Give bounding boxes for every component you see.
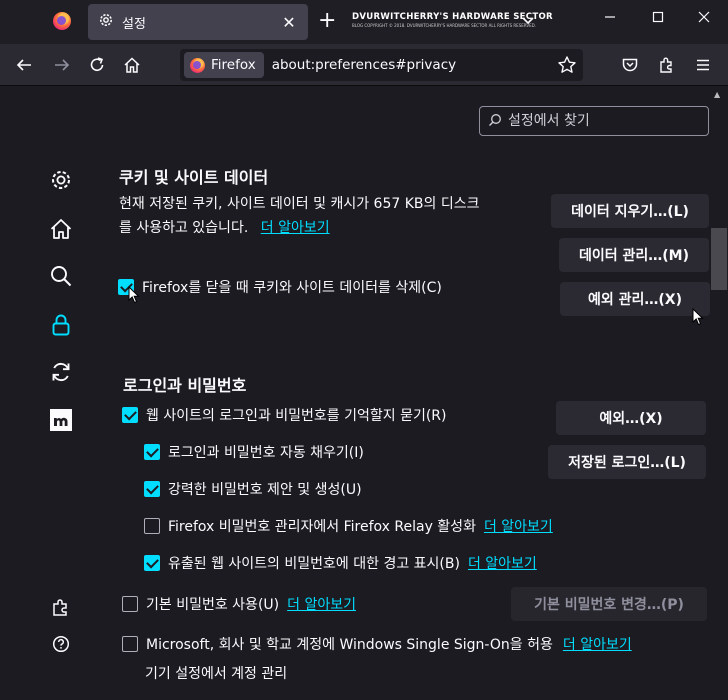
logins-heading: 로그인과 비밀번호 xyxy=(123,376,247,395)
reload-icon[interactable] xyxy=(87,55,107,75)
relay-option[interactable]: Firefox 비밀번호 관리자에서 Firefox Relay 활성화 더 알… xyxy=(144,516,553,536)
identity-box[interactable]: Firefox xyxy=(184,52,264,78)
maximize-icon[interactable] xyxy=(648,10,668,28)
firefox-view-tab[interactable] xyxy=(40,2,84,40)
address-bar[interactable]: Firefox about:preferences#privacy xyxy=(180,49,583,81)
manage-data-button[interactable]: 데이터 관리…(M) xyxy=(559,238,709,272)
brand-logo: DVURWITCHERRY'S HARDWARE SECTOR BLOG COP… xyxy=(352,12,553,34)
clear-data-button[interactable]: 데이터 지우기…(L) xyxy=(551,194,709,228)
category-search-icon[interactable] xyxy=(48,263,74,289)
tab-settings[interactable]: 설정 ✕ xyxy=(88,4,308,40)
suggest-passwords-option[interactable]: 강력한 비밀번호 제안 및 생성(U) xyxy=(144,479,362,499)
search-icon xyxy=(488,112,502,131)
category-mozilla-m-icon[interactable] xyxy=(48,407,74,433)
scrollbar-thumb[interactable] xyxy=(711,228,727,290)
relay-learn-more-link[interactable]: 더 알아보기 xyxy=(484,516,553,536)
brand-logo-title: DVURWITCHERRY'S HARDWARE SECTOR xyxy=(352,12,553,22)
hamburger-menu-icon[interactable] xyxy=(693,55,713,75)
back-arrow-icon[interactable] xyxy=(14,55,34,75)
category-sync-icon[interactable] xyxy=(48,359,74,385)
category-general-gear-icon[interactable] xyxy=(48,167,74,193)
settings-search[interactable] xyxy=(479,106,709,136)
cookies-heading: 쿠키 및 사이트 데이터 xyxy=(119,168,269,187)
delete-on-close-label: Firefox를 닫을 때 쿠키와 사이트 데이터를 삭제(C) xyxy=(142,280,442,296)
pocket-icon[interactable] xyxy=(620,55,640,75)
tab-bar: 설정 ✕ + DVURWITCHERRY'S HARDWARE SECTOR B… xyxy=(0,0,728,44)
ask-to-save-label: 웹 사이트의 로그인과 비밀번호를 기억할지 묻기(R) xyxy=(146,408,447,424)
close-tab-icon[interactable]: ✕ xyxy=(280,13,298,32)
autofill-option[interactable]: 로그인과 비밀번호 자동 채우기(I) xyxy=(144,442,364,462)
breach-alerts-option[interactable]: 유출된 웹 사이트의 비밀번호에 대한 경고 표시(B) 더 알아보기 xyxy=(144,553,537,573)
primary-password-checkbox[interactable] xyxy=(122,596,138,612)
category-extensions-icon[interactable] xyxy=(48,594,74,620)
ask-to-save-checkbox[interactable] xyxy=(122,407,138,423)
chevron-down-icon[interactable] xyxy=(520,12,536,32)
change-primary-password-button[interactable]: 기본 비밀번호 변경…(P) xyxy=(511,587,707,621)
forward-arrow-icon[interactable] xyxy=(52,55,72,75)
scroll-up-arrow-icon[interactable]: ▲ xyxy=(714,90,720,99)
delete-on-close-option[interactable]: Firefox를 닫을 때 쿠키와 사이트 데이터를 삭제(C) xyxy=(118,277,442,297)
gear-icon xyxy=(98,12,114,32)
windows-sso-option[interactable]: Microsoft, 회사 및 학교 계정에 Windows Single Si… xyxy=(122,634,632,654)
firefox-logo-icon xyxy=(53,12,71,30)
cookies-desc-line2: 를 사용하고 있습니다. xyxy=(119,220,249,236)
breach-learn-more-link[interactable]: 더 알아보기 xyxy=(468,553,537,573)
cookies-desc-line2-wrapper: 를 사용하고 있습니다. 더 알아보기 xyxy=(119,216,480,240)
windows-sso-label: Microsoft, 회사 및 학교 계정에 Windows Single Si… xyxy=(146,637,553,653)
new-tab-icon[interactable]: + xyxy=(318,10,336,32)
windows-sso-learn-more-link[interactable]: 더 알아보기 xyxy=(563,634,632,654)
autofill-label: 로그인과 비밀번호 자동 채우기(I) xyxy=(168,445,364,461)
windows-sso-checkbox[interactable] xyxy=(122,636,138,652)
relay-label: Firefox 비밀번호 관리자에서 Firefox Relay 활성화 xyxy=(168,519,476,535)
scrollbar-track[interactable] xyxy=(712,86,728,700)
login-exceptions-button[interactable]: 예외…(X) xyxy=(556,401,706,435)
primary-password-label: 기본 비밀번호 사용(U) xyxy=(146,597,280,613)
suggest-passwords-checkbox[interactable] xyxy=(144,481,160,497)
home-icon[interactable] xyxy=(122,55,142,75)
autofill-checkbox[interactable] xyxy=(144,444,160,460)
suggest-passwords-label: 강력한 비밀번호 제안 및 생성(U) xyxy=(168,482,362,498)
cookies-description: 현재 저장된 쿠키, 사이트 데이터 및 캐시가 657 KB의 디스크 를 사… xyxy=(119,192,480,240)
help-icon[interactable] xyxy=(48,631,74,657)
category-privacy-lock-icon[interactable] xyxy=(48,312,74,338)
cookies-desc-line1: 현재 저장된 쿠키, 사이트 데이터 및 캐시가 657 KB의 디스크 xyxy=(119,196,480,212)
minimize-icon[interactable] xyxy=(600,10,620,28)
close-window-icon[interactable] xyxy=(694,10,714,28)
windows-sso-subtext: 기기 설정에서 계정 관리 xyxy=(145,666,288,682)
primary-password-learn-more-link[interactable]: 더 알아보기 xyxy=(287,594,356,614)
search-input[interactable] xyxy=(508,113,698,129)
identity-label: Firefox xyxy=(211,57,256,73)
ask-to-save-option[interactable]: 웹 사이트의 로그인과 비밀번호를 기억할지 묻기(R) xyxy=(122,405,447,425)
url-text[interactable]: about:preferences#privacy xyxy=(272,57,583,73)
cookies-learn-more-link[interactable]: 더 알아보기 xyxy=(261,220,330,236)
primary-password-option[interactable]: 기본 비밀번호 사용(U) 더 알아보기 xyxy=(122,594,356,614)
relay-checkbox[interactable] xyxy=(144,518,160,534)
saved-logins-button[interactable]: 저장된 로그인…(L) xyxy=(548,445,706,479)
extensions-icon[interactable] xyxy=(657,55,677,75)
firefox-logo-icon xyxy=(190,57,205,73)
category-home-icon[interactable] xyxy=(48,216,74,242)
bookmark-star-icon[interactable] xyxy=(557,55,577,79)
brand-logo-subtitle: BLOG COPYRIGHT © 2018. DVURWITCHERRY'S H… xyxy=(352,23,536,28)
breach-alerts-checkbox[interactable] xyxy=(144,555,160,571)
tab-title: 설정 xyxy=(122,16,146,32)
manage-exceptions-button[interactable]: 예외 관리…(X) xyxy=(560,282,710,316)
breach-alerts-label: 유출된 웹 사이트의 비밀번호에 대한 경고 표시(B) xyxy=(168,556,460,572)
